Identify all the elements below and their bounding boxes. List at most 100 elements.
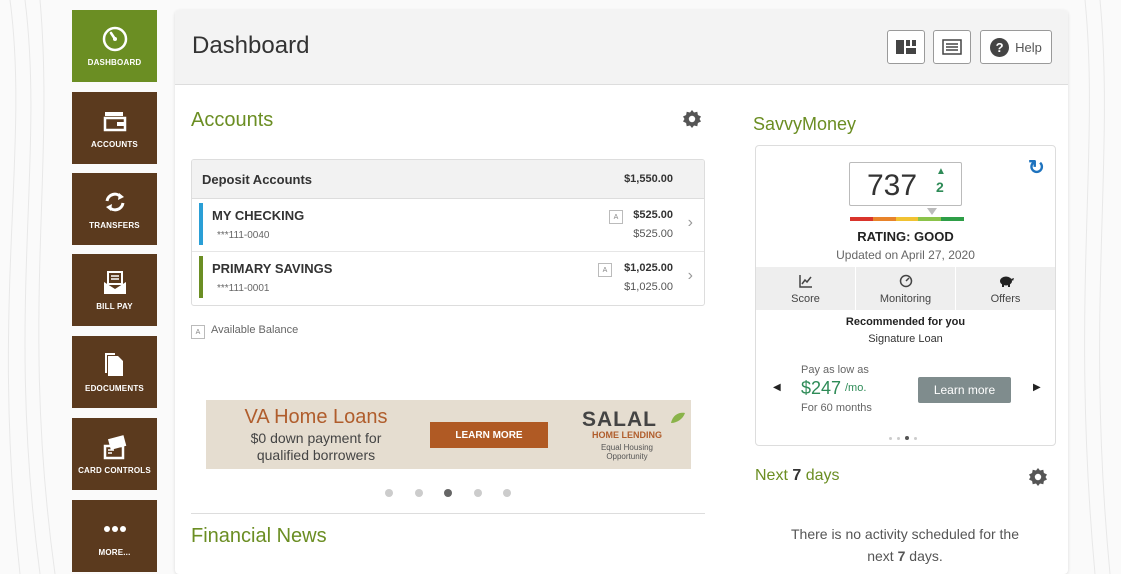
equal-housing-line1: Equal Housing [600,443,654,452]
available-balance-legend: Available Balance [211,324,299,336]
tab-label: Offers [990,293,1021,305]
accounts-settings-gear-icon[interactable] [682,109,702,129]
speedometer-icon [102,26,127,51]
tab-label: Monitoring [879,293,932,305]
help-button[interactable]: ? Help [980,30,1052,64]
view-list-button[interactable] [933,30,971,64]
sidebar-item-dashboard[interactable]: DASHBOARD [72,10,157,82]
no-activity-message: There is no activity scheduled for the n… [755,523,1055,567]
banner-learn-more-button[interactable]: LEARN MORE [430,422,548,448]
available-balance: $525.00 [633,209,673,221]
recommended-product: Signature Loan [868,333,943,345]
next-days-pre: Next [755,467,788,484]
list-view-icon [942,39,962,55]
chart-icon [798,275,812,288]
carousel-dot[interactable] [415,489,423,497]
monitoring-icon [899,274,912,288]
next-days-num: 7 [792,467,802,484]
sidebar-item-transfers[interactable]: TRANSFERS [72,173,157,245]
banner-line2: qualified borrowers [256,447,376,463]
account-color-bar [199,256,203,298]
updated-date: Updated on April 27, 2020 [836,248,975,262]
dashboard-panel: Dashboard ? Help Accounts Deposit Accoun… [175,10,1068,574]
account-name: PRIMARY SAVINGS [212,261,333,276]
card-hand-icon [103,434,126,459]
pay-intro: Pay as low as [801,364,869,376]
offer-dot[interactable] [897,437,900,440]
learn-more-button[interactable]: Learn more [918,377,1011,403]
current-balance: $1,025.00 [624,281,673,293]
piggy-bank-icon [999,276,1014,287]
page-header: Dashboard ? Help [175,10,1068,85]
sidebar-item-label: TRANSFERS [89,220,140,230]
offer-dot[interactable] [914,437,917,440]
gauge-pointer [927,208,937,215]
triangle-up-icon: ▲ [936,166,946,177]
accounts-title: Accounts [191,109,274,131]
carousel-dot[interactable] [385,489,393,497]
sidebar-item-bill-pay[interactable]: BILL PAY [72,254,157,326]
tab-score[interactable]: Score [756,267,856,310]
no-activity-pre: next [867,548,894,564]
no-activity-line2: next 7 days. [755,545,1055,567]
more-dots-icon [103,525,126,532]
page-title: Dashboard [192,32,310,59]
score-change: 2 [936,179,944,195]
sidebar-item-accounts[interactable]: ACCOUNTS [72,92,157,164]
sidebar-item-edocuments[interactable]: EDOCUMENTS [72,336,157,408]
sidebar-item-card-controls[interactable]: CARD CONTROLS [72,418,157,490]
available-balance: $1,025.00 [624,262,673,274]
help-label: Help [1015,39,1042,55]
available-badge: A [598,263,612,277]
equal-housing-line2: Opportunity [606,452,648,461]
layout-toggle-button[interactable] [887,30,925,64]
wallet-icon [103,111,126,131]
account-row-checking[interactable]: MY CHECKING ***111-0040 A $525.00 $525.0… [192,199,704,252]
pay-unit: /mo. [845,382,867,394]
deposit-accounts-table: Deposit Accounts $1,550.00 MY CHECKING *… [191,159,705,306]
recommended-title: Recommended for you [845,316,966,328]
credit-score-box: 737 ▲ 2 [849,162,962,206]
sidebar-item-label: EDOCUMENTS [85,383,144,393]
rating-gauge [850,217,964,221]
tab-label: Score [791,293,820,305]
carousel-prev-icon[interactable]: ◀ [773,382,781,393]
carousel-next-icon[interactable]: ▶ [1033,382,1041,393]
sidebar-item-label: MORE... [98,547,131,557]
account-row-savings[interactable]: PRIMARY SAVINGS ***111-0001 A $1,025.00 … [192,252,704,305]
sidebar-item-label: ACCOUNTS [91,139,138,149]
current-balance: $525.00 [633,228,673,240]
bill-envelope-icon [103,270,126,294]
pay-term: For 60 months [801,402,872,414]
banner-headline: VA Home Loans [244,406,388,428]
group-total: $1,550.00 [624,173,673,185]
sidebar-item-label: CARD CONTROLS [78,465,151,475]
available-badge: A [609,210,623,224]
offer-dot-active[interactable] [905,436,909,440]
equal-housing-text: Equal Housing Opportunity [582,443,672,461]
credit-score: 737 [867,169,918,202]
sidebar-item-more[interactable]: MORE... [72,500,157,572]
carousel-dot[interactable] [503,489,511,497]
carousel-dot[interactable] [474,489,482,497]
account-number: ***111-0040 [217,230,270,241]
carousel-dot-active[interactable] [444,489,452,497]
offer-dot[interactable] [889,437,892,440]
promo-banner[interactable]: VA Home Loans $0 down payment for qualif… [206,400,691,469]
next-days-settings-gear-icon[interactable] [1028,467,1048,487]
next-days-post: days [805,467,840,484]
refresh-icon[interactable]: ↻ [1028,155,1045,180]
group-title: Deposit Accounts [202,172,313,187]
no-activity-num: 7 [897,548,906,564]
deposit-accounts-header: Deposit Accounts $1,550.00 [192,160,704,199]
savvy-tabs: Score Monitoring Offers [756,267,1055,310]
tab-offers[interactable]: Offers [956,267,1055,310]
savvymoney-card: 737 ▲ 2 ↻ RATING: GOOD Updated on April … [755,145,1056,446]
no-activity-post: days. [909,548,943,564]
banner-line1: $0 down payment for [250,430,382,446]
help-icon: ? [990,37,1010,57]
chevron-right-icon: › [687,214,693,231]
tab-monitoring[interactable]: Monitoring [856,267,956,310]
transfer-arrows-icon [105,192,124,211]
document-icon [104,352,123,376]
